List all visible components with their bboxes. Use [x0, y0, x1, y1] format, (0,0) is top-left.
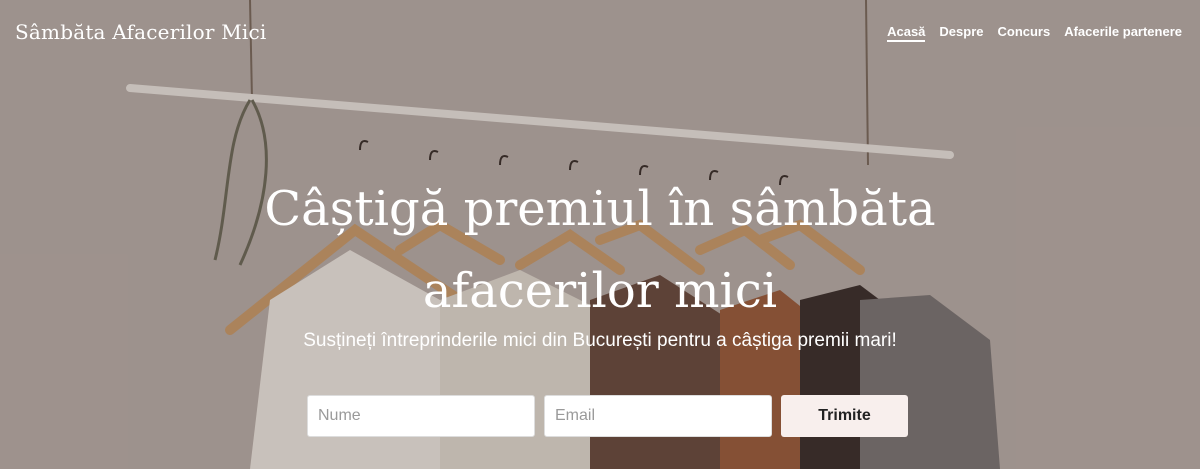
name-input[interactable]	[307, 395, 535, 437]
main-nav: Acasă Despre Concurs Afacerile partenere	[887, 24, 1182, 42]
signup-form: Trimite	[307, 395, 908, 437]
headline-line-2: afacerilor mici	[422, 263, 778, 319]
hero-section: Sâmbăta Afacerilor Mici Acasă Despre Con…	[0, 0, 1200, 469]
site-brand[interactable]: Sâmbăta Afacerilor Mici	[15, 20, 266, 44]
nav-item-afaceri-partenere[interactable]: Afacerile partenere	[1064, 24, 1182, 42]
nav-item-acasa[interactable]: Acasă	[887, 24, 926, 42]
hero-subtitle: Susțineți întreprinderile mici din Bucur…	[303, 330, 897, 351]
headline-line-1: Câștigă premiul în sâmbăta	[264, 181, 936, 237]
email-input[interactable]	[544, 395, 772, 437]
submit-button[interactable]: Trimite	[781, 395, 908, 437]
hero-headline: Câștigă premiul în sâmbăta afacerilor mi…	[0, 168, 1200, 332]
nav-item-despre[interactable]: Despre	[939, 24, 983, 42]
nav-item-concurs[interactable]: Concurs	[997, 24, 1050, 42]
